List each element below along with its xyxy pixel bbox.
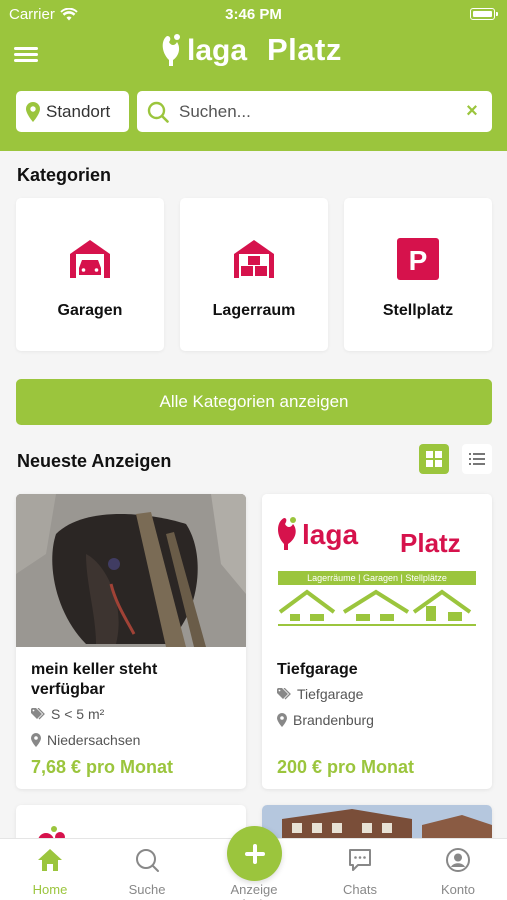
post-ad-button[interactable]	[227, 826, 282, 881]
all-categories-button[interactable]: Alle Kategorien anzeigen	[16, 379, 492, 425]
map-pin-icon	[31, 733, 41, 747]
tab-home[interactable]: Home	[0, 839, 100, 900]
svg-text:laga: laga	[187, 34, 247, 67]
list-view-toggle[interactable]	[462, 444, 492, 474]
list-icon	[469, 453, 485, 465]
category-card-garagen[interactable]: Garagen	[16, 198, 164, 351]
search-icon	[136, 849, 159, 872]
listing-size: S < 5 m²	[31, 706, 104, 722]
category-card-lagerraum[interactable]: Lagerraum	[180, 198, 328, 351]
garage-icon	[70, 240, 110, 278]
listing-card-keller[interactable]: mein keller steht verfügbar S < 5 m² Nie…	[16, 494, 246, 789]
tab-label: Home	[32, 882, 68, 897]
laga-logo-icon: laga	[162, 34, 247, 67]
listing-price: 200 € pro Monat	[277, 757, 415, 777]
listing-photo	[16, 494, 246, 647]
svg-text:laga: laga	[302, 519, 358, 550]
search-input[interactable]	[179, 101, 462, 122]
hamburger-menu-icon[interactable]	[14, 44, 38, 66]
battery-icon	[470, 8, 498, 20]
tag-icon	[31, 708, 45, 720]
listing-region: Niedersachsen	[31, 732, 140, 748]
listing-region-value: Brandenburg	[293, 712, 374, 728]
grid-view-toggle[interactable]	[419, 444, 449, 474]
listing-region-value: Niedersachsen	[47, 732, 141, 748]
tab-label: Konto	[441, 882, 475, 897]
chat-icon	[349, 849, 371, 871]
map-pin-icon	[26, 101, 40, 122]
grid-icon	[426, 451, 442, 467]
location-label: Standort	[46, 101, 111, 121]
listing-category: Tiefgarage	[277, 686, 363, 702]
home-icon	[38, 849, 62, 871]
tab-account[interactable]: Konto	[408, 839, 507, 900]
tab-label: Anzeige aufgeben	[227, 882, 281, 900]
app-logo: laga Platz	[159, 30, 342, 70]
tab-label: Suche	[128, 882, 166, 897]
search-bar[interactable]: ×	[137, 91, 492, 132]
map-pin-icon	[277, 713, 287, 727]
listing-card-tiefgarage[interactable]: laga Platz Lagerräume | Garagen | Stellp…	[262, 494, 492, 789]
status-bar: Carrier 3:46 PM	[0, 0, 507, 28]
app-header: Carrier 3:46 PM laga Platz Standort ×	[0, 0, 507, 151]
tab-chats[interactable]: Chats	[310, 839, 410, 900]
storage-icon	[234, 240, 274, 278]
listing-size-value: S < 5 m²	[51, 706, 105, 722]
banner-logo-text: Platz	[400, 528, 461, 558]
location-button[interactable]: Standort	[16, 91, 129, 132]
newest-listings-heading: Neueste Anzeigen	[17, 451, 172, 471]
category-label: Lagerraum	[212, 302, 296, 319]
search-icon	[147, 101, 169, 123]
plus-icon	[244, 843, 265, 864]
user-icon	[446, 848, 470, 872]
listing-title: Tiefgarage	[277, 661, 358, 678]
tag-icon	[277, 688, 291, 700]
tab-search[interactable]: Suche	[97, 839, 197, 900]
banner-slogan: Lagerräume | Garagen | Stellplätze	[307, 573, 447, 583]
listing-banner: laga Platz Lagerräume | Garagen | Stellp…	[262, 494, 492, 647]
listing-price: 7,68 € pro Monat	[31, 757, 174, 777]
listing-title: mein keller steht verfügbar	[31, 661, 158, 698]
listing-region: Brandenburg	[277, 712, 374, 728]
logo-text: Platz	[267, 32, 342, 67]
clear-search-icon[interactable]: ×	[462, 100, 482, 123]
svg-text:P: P	[409, 245, 428, 276]
categories-heading: Kategorien	[17, 165, 112, 185]
parking-icon: P	[397, 238, 439, 280]
tab-label: Chats	[343, 882, 377, 897]
listing-category-value: Tiefgarage	[297, 686, 364, 702]
category-card-stellplatz[interactable]: P Stellplatz	[344, 198, 492, 351]
clock: 3:46 PM	[225, 6, 282, 23]
category-label: Garagen	[57, 302, 123, 319]
category-label: Stellplatz	[382, 302, 454, 319]
